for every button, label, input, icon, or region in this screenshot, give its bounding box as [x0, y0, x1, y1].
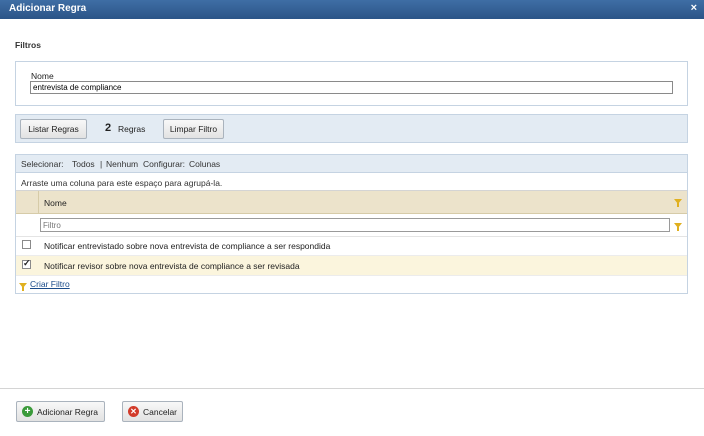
row-label: Notificar revisor sobre nova entrevista … [44, 261, 300, 271]
rules-count-label: Regras [118, 124, 146, 134]
selecionar-label: Selecionar: [21, 159, 64, 169]
dialog-title-bar: Adicionar Regra × [0, 0, 704, 19]
filter-icon[interactable] [674, 223, 682, 231]
close-icon: ✕ [128, 406, 139, 417]
configurar-label: Configurar: [143, 159, 186, 169]
select-all-link[interactable]: Todos [72, 159, 95, 169]
row-checkbox[interactable] [22, 258, 31, 269]
row-label: Notificar entrevistado sobre nova entrev… [44, 241, 331, 251]
rules-grid: Selecionar: Todos | Nenhum Configurar: C… [15, 154, 688, 294]
nome-label: Nome [31, 71, 54, 81]
add-rule-label: Adicionar Regra [37, 407, 98, 417]
group-drop-area[interactable]: Arraste uma coluna para este espaço para… [16, 173, 687, 191]
dialog-title: Adicionar Regra [9, 3, 87, 14]
separator: | [100, 159, 103, 169]
add-rule-button[interactable]: + Adicionar Regra [16, 401, 105, 422]
close-icon[interactable]: × [691, 2, 697, 14]
filter-icon [19, 283, 27, 291]
table-row[interactable]: Notificar entrevistado sobre nova entrev… [16, 236, 687, 256]
column-header-row: Nome [16, 191, 687, 214]
criar-filtro-link[interactable]: Criar Filtro [30, 279, 70, 289]
plus-icon: + [22, 406, 33, 417]
column-filter-input[interactable] [40, 218, 670, 232]
footer-divider [0, 388, 704, 389]
cancel-button[interactable]: ✕ Cancelar [122, 401, 183, 422]
rules-toolbar: Listar Regras 2 Regras Limpar Filtro [15, 114, 688, 143]
filter-row [16, 214, 687, 237]
nome-input[interactable] [30, 81, 673, 94]
group-hint: Arraste uma coluna para este espaço para… [21, 178, 223, 188]
filtros-heading: Filtros [15, 40, 41, 50]
filter-icon[interactable] [674, 199, 682, 207]
nome-filter-panel: Nome [15, 61, 688, 106]
columns-link[interactable]: Colunas [189, 159, 220, 169]
rules-count: 2 [105, 122, 112, 134]
checkbox-column-header [16, 191, 39, 213]
grid-header: Selecionar: Todos | Nenhum Configurar: C… [16, 155, 687, 173]
row-checkbox[interactable] [22, 240, 31, 249]
listar-regras-button[interactable]: Listar Regras [20, 119, 87, 139]
limpar-filtro-button[interactable]: Limpar Filtro [163, 119, 224, 139]
select-none-link[interactable]: Nenhum [106, 159, 138, 169]
column-header-nome[interactable]: Nome [44, 198, 67, 208]
table-row[interactable]: Notificar revisor sobre nova entrevista … [16, 256, 687, 276]
cancel-label: Cancelar [143, 407, 178, 417]
